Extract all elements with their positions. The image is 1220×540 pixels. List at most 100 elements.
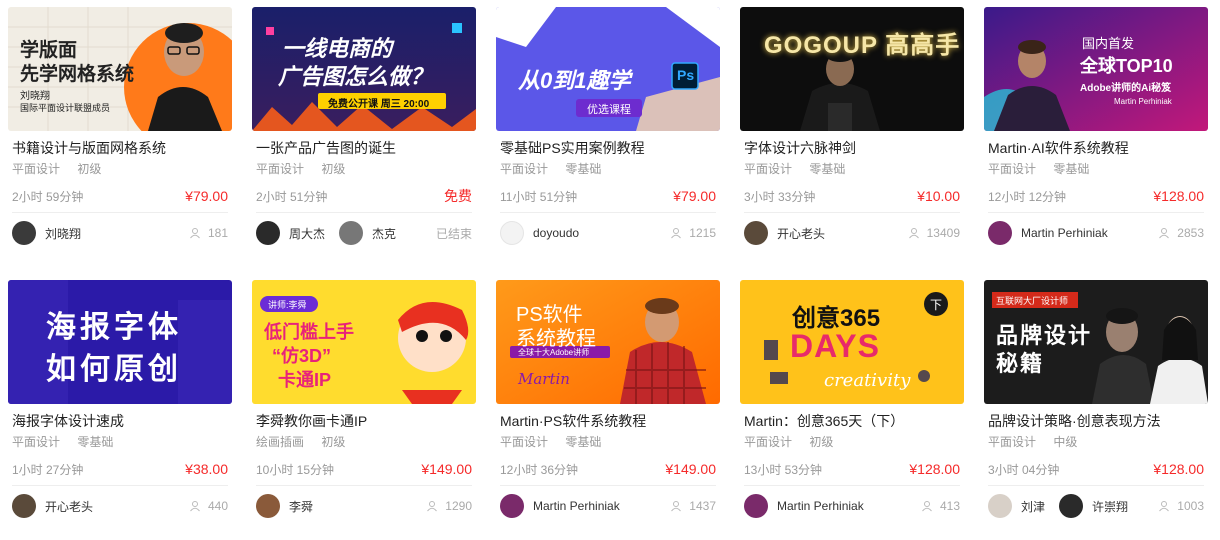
course-level: 初级 [77, 162, 102, 176]
course-footer: doyoudo 1215 [496, 213, 720, 253]
thumb-headline-1: 从0到1趣学 [518, 68, 631, 93]
teacher[interactable]: 刘津 [988, 494, 1045, 518]
thumb-headline-2: 如何原创 [46, 352, 182, 387]
avatar [744, 494, 768, 518]
teacher[interactable]: 周大杰 [256, 221, 325, 245]
course-price: ¥128.00 [909, 461, 960, 477]
course-title[interactable]: Martin·AI软件系统教程 [984, 139, 1208, 157]
teacher[interactable]: 杰克 [339, 221, 396, 245]
course-title[interactable]: 一张产品广告图的诞生 [252, 139, 476, 157]
course-card[interactable]: 学版面 先学网格系统 刘晓翔 国际平面设计联盟成员 书籍设计与版面网格系统 平面… [8, 7, 232, 254]
avatar [988, 221, 1012, 245]
course-title[interactable]: 书籍设计与版面网格系统 [8, 139, 232, 157]
course-duration: 2小时 59分钟 [12, 189, 84, 204]
teacher[interactable]: 开心老头 [744, 221, 825, 245]
course-thumbnail[interactable]: PS软件 系统教程 全球十大Adobe讲师 Martin [496, 280, 720, 404]
course-price: ¥79.00 [185, 188, 228, 204]
teacher[interactable]: doyoudo [500, 221, 579, 245]
course-title[interactable]: 海报字体设计速成 [8, 412, 232, 430]
avatar [12, 494, 36, 518]
course-thumbnail[interactable]: 互联网大厂设计师 品牌设计 秘籍 [984, 280, 1208, 404]
course-title[interactable]: 字体设计六脉神剑 [740, 139, 964, 157]
course-card[interactable]: 创意365 DAYS creativity 下 Martin：创意365天（下）… [740, 280, 964, 527]
avatar [12, 221, 36, 245]
avatar [744, 221, 768, 245]
course-card[interactable]: 从0到1趣学 Ps 优选课程 零基础PS实用案例教程 平面设计 零基础 11小时… [496, 7, 720, 254]
course-card[interactable]: PS软件 系统教程 全球十大Adobe讲师 Martin Martin·PS软件… [496, 280, 720, 527]
course-tags: 平面设计 初级 [740, 434, 964, 450]
teacher[interactable]: 开心老头 [12, 494, 93, 518]
course-thumbnail[interactable]: 国内首发 全球TOP10 Adobe讲师的Ai秘笈 Martin Perhini… [984, 7, 1208, 131]
teacher[interactable]: 刘晓翔 [12, 221, 81, 245]
avatar [988, 494, 1012, 518]
course-tags: 平面设计 零基础 [740, 161, 964, 177]
thumb-subline: 免费公开课 周三 20:00 [328, 99, 430, 110]
course-footer: 开心老头 13409 [740, 213, 964, 253]
course-thumbnail[interactable]: 讲师:李舜 低门槛上手 “仿3D” 卡通IP [252, 280, 476, 404]
course-category: 平面设计 [744, 162, 793, 176]
course-title[interactable]: 零基础PS实用案例教程 [496, 139, 720, 157]
course-meta: 3小时 04分钟 ¥128.00 [984, 460, 1208, 478]
thumb-headline-2: 全球TOP10 [1080, 56, 1173, 76]
teacher-name: 刘津 [1021, 499, 1046, 514]
course-price: ¥38.00 [185, 461, 228, 477]
user-icon [671, 228, 682, 239]
course-title[interactable]: Martin·PS软件系统教程 [496, 412, 720, 430]
course-meta: 11小时 51分钟 ¥79.00 [496, 187, 720, 205]
thumb-headline-3: 卡通IP [278, 370, 332, 390]
student-count: 1003 [1158, 499, 1204, 513]
thumb-headline-2: 先学网格系统 [20, 64, 135, 85]
thumb-teacher-title: 国际平面设计联盟成员 [20, 103, 111, 113]
course-card[interactable]: 海报字体 如何原创 海报字体设计速成 平面设计 零基础 1小时 27分钟 ¥38… [8, 280, 232, 527]
course-tags: 平面设计 零基础 [984, 161, 1208, 177]
student-count-value: 440 [207, 499, 228, 513]
course-tags: 平面设计 零基础 [8, 434, 232, 450]
course-thumbnail[interactable]: 一线电商的 广告图怎么做？ 免费公开课 周三 20:00 [252, 7, 476, 131]
course-card[interactable]: 互联网大厂设计师 品牌设计 秘籍 品牌设计策略·创意表现方法 平面设计 中级 3… [984, 280, 1208, 527]
course-price: ¥149.00 [421, 461, 472, 477]
course-level: 初级 [321, 162, 346, 176]
course-tags: 平面设计 中级 [984, 434, 1208, 450]
course-price: ¥128.00 [1153, 188, 1204, 204]
student-count-value: 1003 [1177, 499, 1204, 513]
course-category: 平面设计 [988, 162, 1037, 176]
course-title[interactable]: 品牌设计策略·创意表现方法 [984, 412, 1208, 430]
student-count: 2853 [1158, 226, 1204, 240]
student-count-value: 1437 [689, 499, 716, 513]
thumb-teacher: Martin Perhiniak [1114, 97, 1172, 106]
student-count-value: 1215 [689, 226, 716, 240]
teacher-name: 开心老头 [777, 226, 826, 241]
course-card[interactable]: 讲师:李舜 低门槛上手 “仿3D” 卡通IP 李舜教你画卡通IP 绘画插画 初级… [252, 280, 476, 527]
teacher[interactable]: 许崇翔 [1059, 494, 1128, 518]
teacher[interactable]: Martin Perhiniak [744, 494, 864, 518]
thumb-part-badge: 下 [930, 298, 943, 312]
thumb-headline-1: 国内首发 [1082, 36, 1135, 51]
thumb-headline-1: 学版面 [20, 40, 78, 61]
course-thumbnail[interactable]: 创意365 DAYS creativity 下 [740, 280, 964, 404]
student-count: 413 [921, 499, 960, 513]
course-title[interactable]: 李舜教你画卡通IP [252, 412, 476, 430]
course-card[interactable]: 一线电商的 广告图怎么做？ 免费公开课 周三 20:00 一张产品广告图的诞生 … [252, 7, 476, 254]
course-level: 零基础 [565, 435, 602, 449]
course-thumbnail[interactable]: 海报字体 如何原创 [8, 280, 232, 404]
user-icon [908, 228, 919, 239]
course-thumbnail[interactable]: 从0到1趣学 Ps 优选课程 [496, 7, 720, 131]
course-category: 平面设计 [500, 162, 549, 176]
course-footer: 刘津 许崇翔 1003 [984, 486, 1208, 526]
course-thumbnail[interactable]: 学版面 先学网格系统 刘晓翔 国际平面设计联盟成员 [8, 7, 232, 131]
student-count: 440 [189, 499, 228, 513]
course-thumbnail[interactable]: GOGOUP 高高手 [740, 7, 964, 131]
teacher[interactable]: Martin Perhiniak [500, 494, 620, 518]
avatar [256, 494, 280, 518]
course-title[interactable]: Martin：创意365天（下） [740, 412, 964, 430]
teacher[interactable]: 李舜 [256, 494, 313, 518]
thumb-signature: Martin [518, 370, 570, 388]
course-tags: 平面设计 初级 [252, 161, 476, 177]
course-duration: 10小时 15分钟 [256, 462, 335, 477]
student-count: 13409 [908, 226, 960, 240]
teacher[interactable]: Martin Perhiniak [988, 221, 1108, 245]
course-card[interactable]: GOGOUP 高高手 字体设计六脉神剑 平面设计 零基础 3小时 33分钟 ¥1… [740, 7, 964, 254]
course-card[interactable]: 国内首发 全球TOP10 Adobe讲师的Ai秘笈 Martin Perhini… [984, 7, 1208, 254]
student-count: 1437 [670, 499, 716, 513]
course-level: 零基础 [565, 162, 602, 176]
